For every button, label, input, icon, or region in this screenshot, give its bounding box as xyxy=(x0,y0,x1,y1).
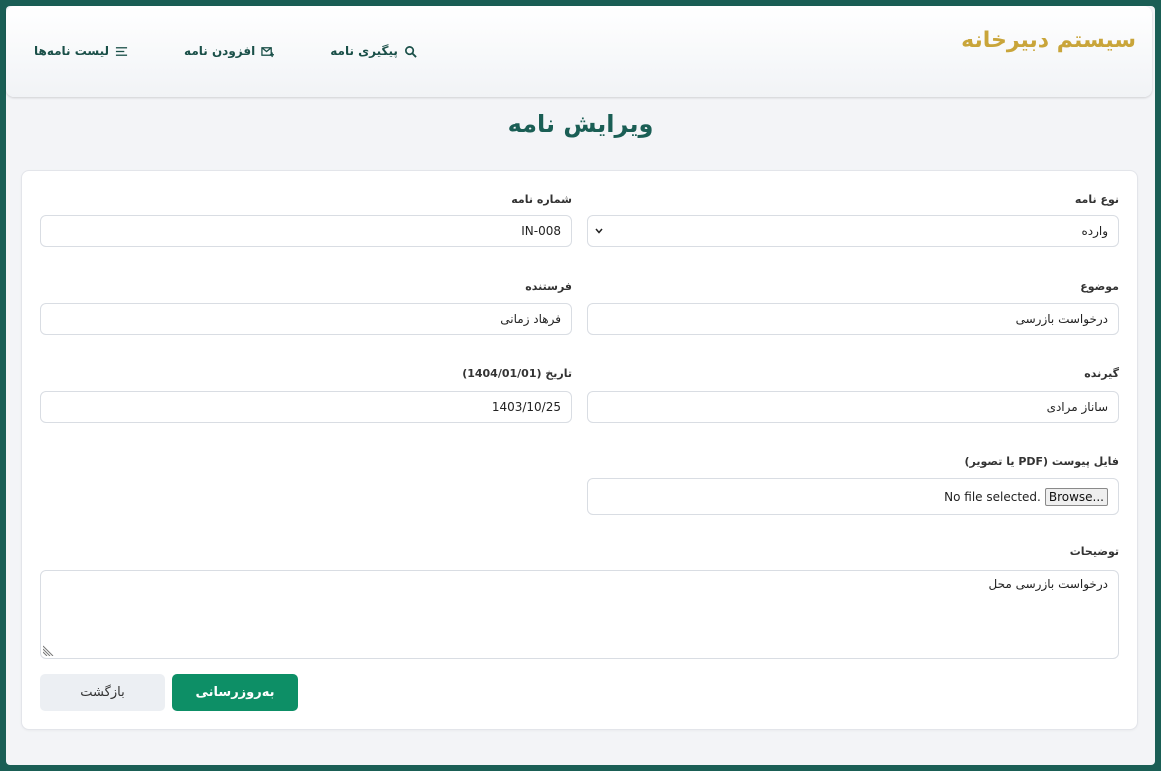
sender-input[interactable]: فرهاد زمانی xyxy=(40,303,572,335)
subject-value: درخواست بازرسی xyxy=(1015,312,1108,326)
resize-grip-icon[interactable] xyxy=(43,644,55,656)
date-input[interactable]: 1403/10/25 xyxy=(40,391,572,423)
letter-type-label: نوع نامه xyxy=(1074,193,1119,206)
chevron-down-icon xyxy=(595,228,603,234)
search-icon xyxy=(404,45,417,58)
attachment-file-input[interactable]: No file selected. Browse... xyxy=(587,478,1119,515)
attachment-label: فایل پیوست (PDF یا تصویر) xyxy=(964,455,1119,468)
nav-item-track-letter[interactable]: پیگیری نامه xyxy=(330,44,417,58)
sender-value: فرهاد زمانی xyxy=(500,312,561,326)
nav-item-letter-list[interactable]: لیست نامه‌ها xyxy=(34,44,128,58)
edit-letter-form: نوع نامه وارده شماره نامه IN-008 موضوع د… xyxy=(21,170,1138,730)
description-value: درخواست بازرسی محل xyxy=(988,577,1108,591)
brand-title: سیستم دبیرخانه xyxy=(961,28,1136,53)
letter-number-label: شماره نامه xyxy=(511,193,572,206)
main-nav: لیست نامه‌ها افزودن نامه پیگیری نامه xyxy=(34,44,417,58)
browse-button[interactable]: Browse... xyxy=(1044,487,1108,506)
description-label: توضیحات xyxy=(1069,545,1119,558)
recipient-label: گیرنده xyxy=(1084,367,1119,380)
date-label: تاریخ (1404/01/01) xyxy=(462,367,572,380)
nav-item-label: لیست نامه‌ها xyxy=(34,44,110,58)
date-value: 1403/10/25 xyxy=(491,400,561,414)
letter-type-value: وارده xyxy=(1081,224,1108,238)
letter-number-input[interactable]: IN-008 xyxy=(40,215,572,247)
letter-type-select[interactable]: وارده xyxy=(587,215,1119,247)
attachment-status: No file selected. xyxy=(944,489,1041,504)
sender-label: فرستنده xyxy=(525,280,572,293)
nav-item-label: افزودن نامه xyxy=(184,44,256,58)
letter-number-value: IN-008 xyxy=(521,224,561,238)
top-header: سیستم دبیرخانه لیست نامه‌ها افزودن نامه xyxy=(6,6,1152,97)
mail-plus-icon xyxy=(261,46,275,57)
page-title: ویرایش نامه xyxy=(507,110,654,138)
back-button[interactable]: بازگشت xyxy=(40,674,165,711)
recipient-value: ساناز مرادی xyxy=(1046,400,1108,414)
subject-label: موضوع xyxy=(1080,280,1119,293)
subject-input[interactable]: درخواست بازرسی xyxy=(587,303,1119,335)
recipient-input[interactable]: ساناز مرادی xyxy=(587,391,1119,423)
description-textarea[interactable]: درخواست بازرسی محل xyxy=(40,570,1119,659)
nav-item-add-letter[interactable]: افزودن نامه xyxy=(184,44,275,58)
nav-item-label: پیگیری نامه xyxy=(330,44,398,58)
update-button[interactable]: به‌روزرسانی xyxy=(172,674,298,711)
list-icon xyxy=(115,46,128,56)
